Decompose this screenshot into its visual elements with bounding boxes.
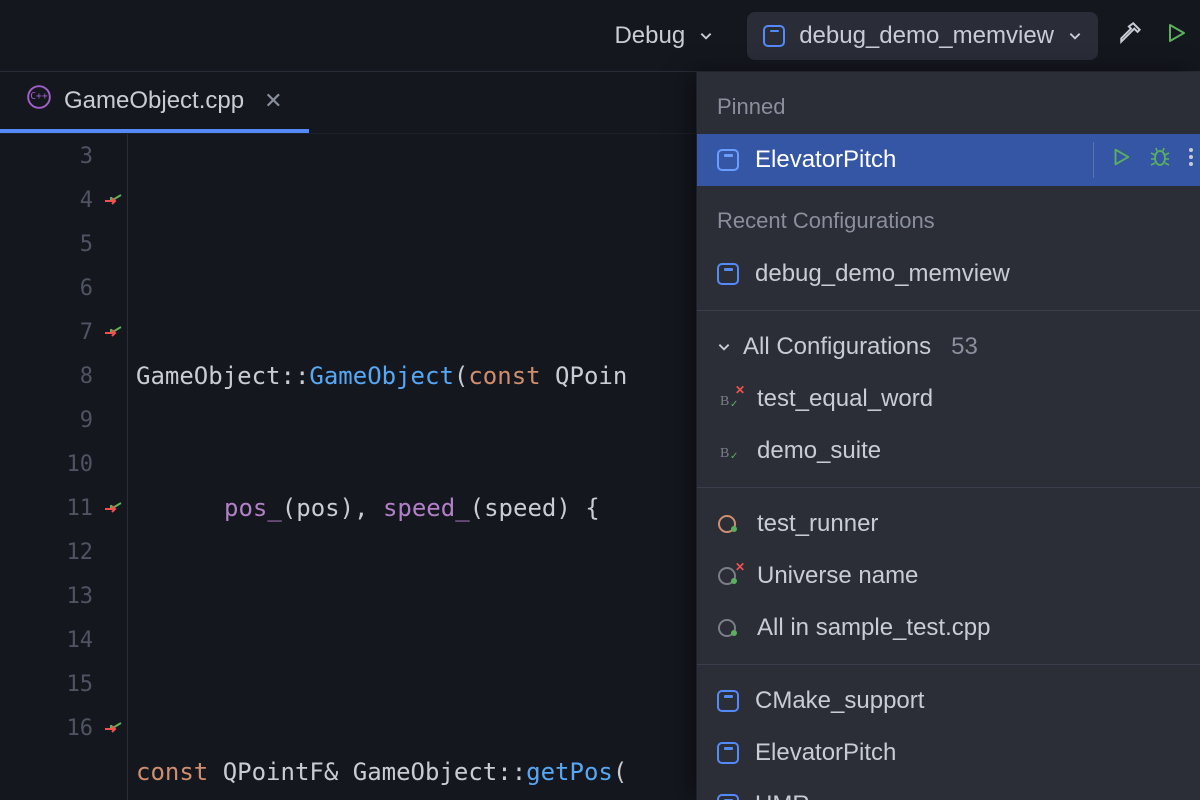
line-number: 13 (0, 574, 127, 618)
chevron-down-icon (717, 333, 731, 361)
config-label: UMR (755, 791, 810, 800)
all-configs-toggle[interactable]: All Configurations 53 (697, 321, 1200, 373)
chevron-down-icon (699, 22, 713, 50)
run-button[interactable] (1164, 21, 1188, 50)
config-label: ElevatorPitch (755, 146, 896, 174)
more-icon[interactable] (1188, 145, 1194, 176)
svg-text:C++: C++ (30, 91, 48, 102)
debug-icon[interactable] (1148, 145, 1172, 176)
config-label: test_equal_word (757, 385, 933, 413)
run-config-dropdown: Pinned ElevatorPitch Recent Configuratio… (696, 72, 1200, 800)
divider (697, 664, 1200, 665)
top-toolbar: Debug debug_demo_memview (0, 0, 1200, 72)
line-number: 15 (0, 662, 127, 706)
config-item-cmake-support[interactable]: CMake_support (697, 675, 1200, 727)
line-number: 12 (0, 530, 127, 574)
vcs-change-marker[interactable] (103, 501, 123, 515)
app-target-icon (717, 742, 739, 764)
gutter: 3 4 5 6 7 8 9 10 11 12 13 14 15 16 (0, 134, 128, 800)
catch-test-icon (717, 616, 741, 640)
config-item-umr[interactable]: UMR (697, 779, 1200, 800)
config-label: demo_suite (757, 437, 881, 465)
config-label: debug_demo_memview (755, 260, 1010, 288)
build-button[interactable] (1118, 20, 1144, 51)
config-item-demo-suite[interactable]: B✓ demo_suite (697, 425, 1200, 477)
svg-text:B: B (720, 394, 729, 409)
tab-label: GameObject.cpp (64, 87, 244, 115)
config-label: CMake_support (755, 687, 924, 715)
svg-text:✓: ✓ (730, 451, 738, 462)
vcs-change-marker[interactable] (103, 325, 123, 339)
cpp-file-icon: C++ (26, 84, 52, 117)
config-item-actions (1093, 142, 1200, 178)
line-number: 6 (0, 266, 127, 310)
config-item-test-equal-word[interactable]: B✓ test_equal_word (697, 373, 1200, 425)
chevron-down-icon (1068, 22, 1082, 50)
line-number: 8 (0, 354, 127, 398)
app-target-icon (763, 25, 785, 47)
line-number: 16 (0, 706, 127, 750)
config-item-elevatorpitch[interactable]: ElevatorPitch (697, 134, 1200, 186)
build-config-select[interactable]: Debug (600, 14, 727, 58)
line-number: 3 (0, 134, 127, 178)
vcs-change-marker[interactable] (103, 193, 123, 207)
divider (697, 310, 1200, 311)
line-number: 14 (0, 618, 127, 662)
boost-test-icon: B✓ (717, 387, 741, 411)
app-target-icon (717, 149, 739, 171)
line-number: 4 (0, 178, 127, 222)
app-target-icon (717, 263, 739, 285)
app-target-icon (717, 794, 739, 800)
config-item-elevatorpitch-2[interactable]: ElevatorPitch (697, 727, 1200, 779)
run-icon[interactable] (1110, 146, 1132, 175)
line-number: 9 (0, 398, 127, 442)
all-configs-label: All Configurations (743, 333, 931, 361)
divider (697, 487, 1200, 488)
config-item-debug-demo-memview[interactable]: debug_demo_memview (697, 248, 1200, 300)
separator (1093, 142, 1094, 178)
recent-section-title: Recent Configurations (697, 186, 1200, 248)
config-label: All in sample_test.cpp (757, 614, 990, 642)
app-target-icon (717, 690, 739, 712)
close-tab-button[interactable]: ✕ (264, 88, 282, 114)
run-config-select[interactable]: debug_demo_memview (747, 12, 1098, 60)
vcs-change-marker[interactable] (103, 721, 123, 735)
svg-text:✓: ✓ (730, 399, 738, 410)
all-configs-count: 53 (951, 333, 978, 361)
svg-text:B: B (720, 446, 729, 461)
catch-test-icon (717, 512, 741, 536)
line-number: 10 (0, 442, 127, 486)
build-config-label: Debug (614, 22, 685, 50)
line-number: 5 (0, 222, 127, 266)
config-label: test_runner (757, 510, 878, 538)
run-config-label: debug_demo_memview (799, 22, 1054, 50)
catch-test-icon (717, 564, 741, 588)
line-number: 7 (0, 310, 127, 354)
config-label: Universe name (757, 562, 918, 590)
tab-gameobject-cpp[interactable]: C++ GameObject.cpp ✕ (0, 72, 309, 133)
config-item-all-sample-test[interactable]: All in sample_test.cpp (697, 602, 1200, 654)
config-label: ElevatorPitch (755, 739, 896, 767)
boost-test-icon: B✓ (717, 439, 741, 463)
line-number: 11 (0, 486, 127, 530)
config-item-universe-name[interactable]: Universe name (697, 550, 1200, 602)
config-item-test-runner[interactable]: test_runner (697, 498, 1200, 550)
pinned-section-title: Pinned (697, 72, 1200, 134)
